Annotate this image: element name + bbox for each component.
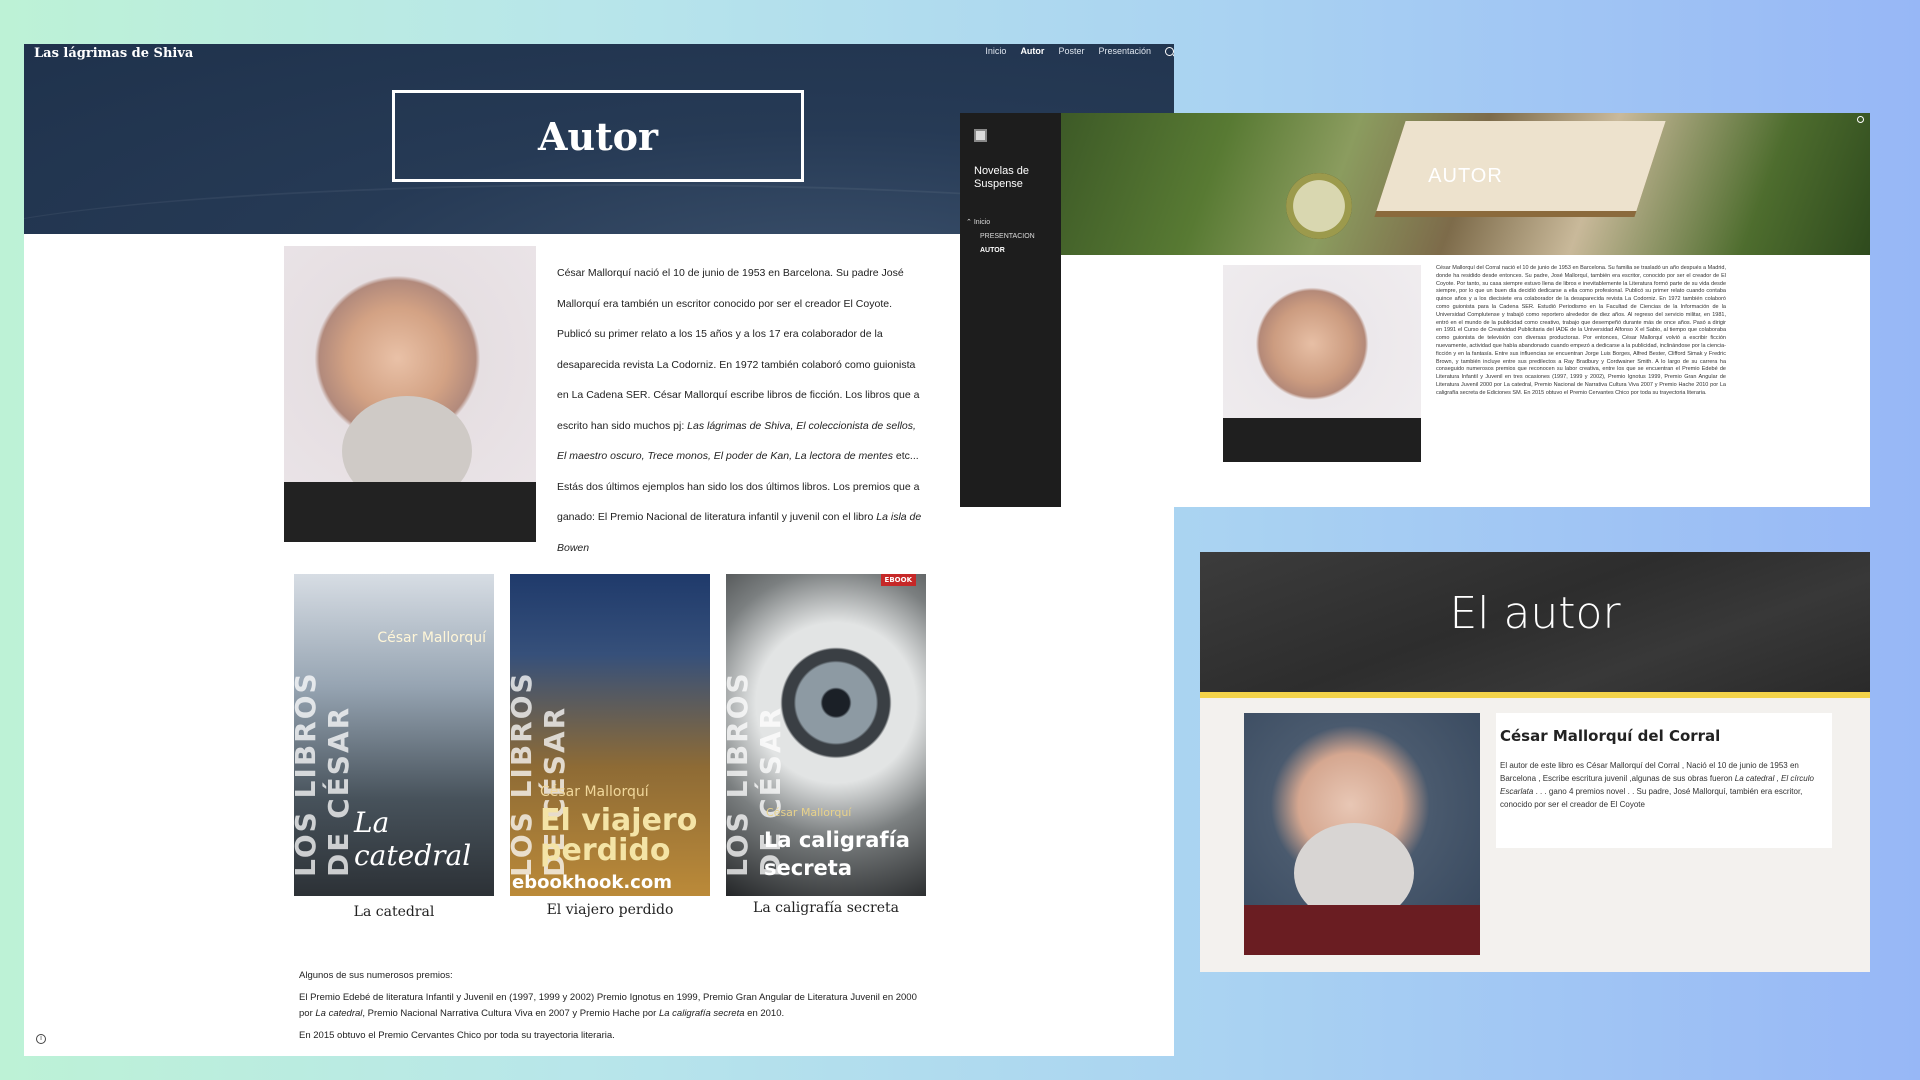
- sidebar: Novelas de Suspense ⌃ Inicio PRESENTACIO…: [960, 113, 1061, 507]
- main-nav: Inicio Autor Poster Presentación: [985, 46, 1174, 56]
- author-name: César Mallorquí del Corral: [1500, 727, 1721, 745]
- book-watermark: ebookhook.com: [512, 872, 672, 893]
- author-shirt: [284, 482, 536, 542]
- site-title[interactable]: Las lágrimas de Shiva: [34, 46, 193, 61]
- site-name[interactable]: Novelas de Suspense: [974, 165, 1054, 191]
- author-shirt: [1223, 418, 1421, 462]
- book-caption-el-viajero-perdido: El viajero perdido: [546, 902, 674, 918]
- book-author: César Mallorquí: [540, 784, 649, 800]
- awards-line-2: En 2015 obtuvo el Premio Cervantes Chico…: [299, 1030, 615, 1041]
- search-icon[interactable]: [1165, 46, 1174, 56]
- book-cover-la-catedral[interactable]: LOS LIBROS DE CÉSAR César Mallorquí La c…: [294, 574, 494, 896]
- nav-item-autor[interactable]: Autor: [1020, 46, 1044, 56]
- author-photo: [284, 246, 536, 542]
- book-author: César Mallorquí: [377, 630, 486, 646]
- nav-item-presentacion[interactable]: Presentación: [1098, 46, 1151, 56]
- awards-section: Algunos de sus numerosos premios: El Pre…: [299, 968, 919, 1050]
- book-cover-title: El viajero perdido: [540, 803, 698, 868]
- novelas-de-suspense-page: Novelas de Suspense ⌃ Inicio PRESENTACIO…: [960, 113, 1870, 507]
- book-series-label: LOS LIBROS DE CÉSAR: [294, 671, 355, 877]
- header-banner: AUTOR: [1061, 113, 1870, 255]
- book-cover-el-viajero-perdido[interactable]: LOS LIBROS DE CÉSAR César Mallorquí El v…: [510, 574, 710, 896]
- header-banner: El autor: [1200, 552, 1870, 698]
- banner-title: AUTOR: [1428, 165, 1503, 187]
- ebook-badge: EBOOK: [880, 574, 916, 586]
- book-caption-la-caligrafia-secreta: La caligrafía secreta: [753, 900, 899, 916]
- awards-line-1: El Premio Edebé de literatura Infantil y…: [299, 992, 917, 1019]
- author-photo: [1244, 713, 1480, 955]
- search-icon[interactable]: [1857, 116, 1864, 123]
- page-title: El autor: [1449, 588, 1621, 639]
- book-author: César Mallorquí: [766, 806, 852, 819]
- el-autor-page: El autor César Mallorquí del Corral El a…: [1200, 552, 1870, 972]
- author-bio: César Mallorquí del Corral nació el 10 d…: [1436, 265, 1726, 396]
- sidebar-item-autor[interactable]: AUTOR: [966, 244, 1035, 258]
- awards-intro: Algunos de sus numerosos premios:: [299, 970, 453, 981]
- page-title-box: Autor: [392, 90, 804, 182]
- page-title: Autor: [537, 113, 659, 159]
- author-card: César Mallorquí del Corral El autor de e…: [1496, 713, 1832, 848]
- site-logo-icon[interactable]: [974, 129, 987, 142]
- nav-item-poster[interactable]: Poster: [1058, 46, 1084, 56]
- nav-item-inicio[interactable]: Inicio: [985, 46, 1006, 56]
- author-shirt: [1244, 905, 1480, 955]
- info-icon[interactable]: i: [36, 1034, 46, 1044]
- author-bio: César Mallorquí nació el 10 de junio de …: [557, 258, 927, 563]
- bio-text-1: César Mallorquí nació el 10 de junio de …: [557, 267, 920, 432]
- book-caption-la-catedral: La catedral: [353, 904, 435, 920]
- book-cover-title: La catedral: [354, 806, 472, 872]
- sidebar-menu: ⌃ Inicio PRESENTACION AUTOR: [966, 216, 1035, 258]
- book-cover-title: La caligrafía secreta: [764, 828, 910, 880]
- sidebar-item-inicio[interactable]: ⌃ Inicio: [966, 216, 1035, 230]
- author-description: El autor de este libro es César Mallorqu…: [1500, 761, 1814, 809]
- author-photo: [1223, 265, 1421, 462]
- sidebar-item-presentacion[interactable]: PRESENTACION: [966, 230, 1035, 244]
- book-cover-la-caligrafia-secreta[interactable]: LOS LIBROS DE CÉSAR EBOOK César Mallorqu…: [726, 574, 926, 896]
